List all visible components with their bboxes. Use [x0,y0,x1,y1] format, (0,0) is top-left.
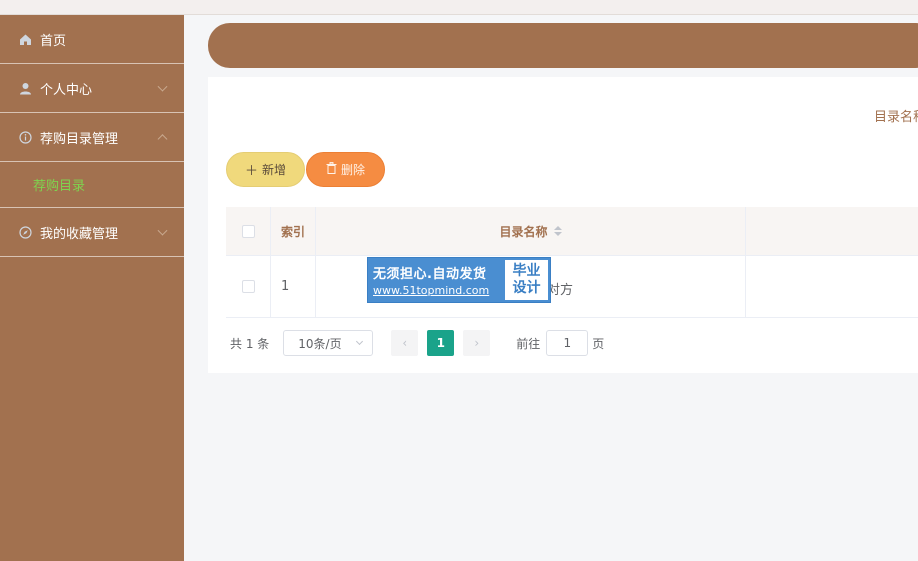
sidebar-item-home[interactable]: 首页 [0,15,184,64]
table-header: 索引 目录名称 [226,207,918,256]
sidebar-subitem-recommend-catalog[interactable]: 荐购目录 [0,162,184,208]
add-button[interactable]: ＋ 新增 [226,152,305,187]
header-bar [208,23,918,68]
sidebar-item-personal-center[interactable]: 个人中心 [0,64,184,113]
chevron-left-icon: ‹ [402,336,408,350]
watermark-badge-line1: 毕业 [512,263,541,280]
compass-icon [18,225,32,239]
page-size-select[interactable]: 10条/页 [283,330,374,356]
select-all-checkbox[interactable] [241,224,255,238]
watermark-line1: 无须担心.自动发货 [373,267,487,282]
delete-button[interactable]: 删除 [306,152,385,187]
watermark-banner: 无须担心.自动发货 www.51topmind.com 毕业 设计 [367,257,551,303]
watermark-badge: 毕业 设计 [505,260,548,300]
watermark-url: www.51topmind.com [373,284,490,297]
page-number-active[interactable]: 1 [427,330,455,356]
row-extra [746,256,918,317]
goto-label: 前往 [516,336,541,351]
content-panel: 目录名称 ＋ 新增 删除 索引 目录名称 1 对方 [208,77,918,373]
pagination: 共 1 条 10条/页 ‹ 1 › 前往 1 页 [230,330,604,356]
home-icon [18,32,32,46]
info-icon [18,130,32,144]
page-suffix: 页 [592,336,605,351]
data-table: 索引 目录名称 1 对方 [226,207,918,318]
pagination-total: 共 1 条 [230,336,270,351]
next-page-button[interactable]: › [463,330,491,356]
sidebar-item-label: 个人中心 [40,82,93,98]
table-row: 1 对方 [226,256,918,318]
select-all-cell [226,207,271,255]
sidebar-subitem-label: 荐购目录 [33,179,86,194]
add-button-label: 新增 [262,163,287,177]
goto-page-input[interactable]: 1 [546,330,589,356]
prev-page-button[interactable]: ‹ [391,330,419,356]
watermark-badge-line2: 设计 [512,280,541,296]
sidebar-item-recommend-catalog-mgmt[interactable]: 荐购目录管理 [0,113,184,162]
search-label: 目录名称 [874,110,918,125]
trash-icon [326,161,337,178]
row-index: 1 [271,256,316,317]
chevron-right-icon: › [474,336,480,350]
row-checkbox[interactable] [241,280,255,293]
watermark-text: 无须担心.自动发货 www.51topmind.com [368,258,503,302]
chevron-down-icon [356,337,364,346]
chevron-down-icon [157,225,168,236]
chevron-up-icon [157,134,168,145]
top-bar [0,0,918,15]
header-extra [746,207,918,255]
plus-icon: ＋ [244,164,258,179]
delete-button-label: 删除 [340,163,365,177]
header-index: 索引 [271,207,316,255]
sidebar-item-label: 荐购目录管理 [40,131,119,147]
header-name[interactable]: 目录名称 [316,207,746,255]
chevron-down-icon [157,81,168,92]
sidebar-item-label: 首页 [40,33,67,49]
sidebar-item-label: 我的收藏管理 [40,226,119,242]
user-icon [18,81,32,95]
header-name-label: 目录名称 [499,224,548,239]
row-select-cell [226,256,271,317]
sidebar-item-favorites-mgmt[interactable]: 我的收藏管理 [0,208,184,257]
sort-icon[interactable] [553,226,562,236]
sidebar: 首页 个人中心 荐购目录管理 荐购目录 我的收藏管理 [0,15,184,561]
page-size-value: 10条/页 [298,336,342,351]
